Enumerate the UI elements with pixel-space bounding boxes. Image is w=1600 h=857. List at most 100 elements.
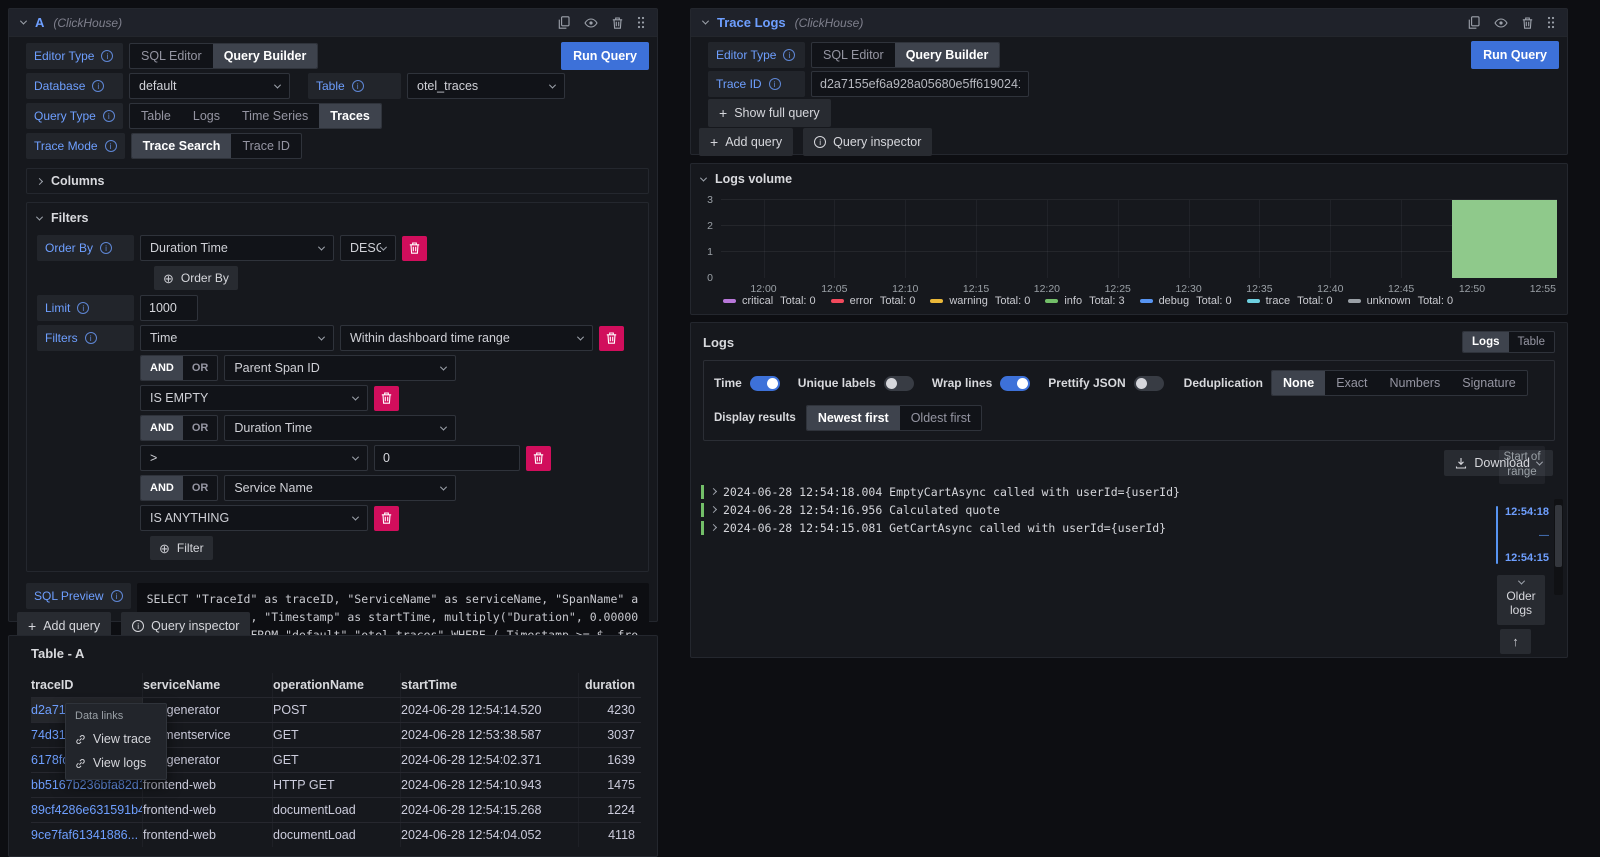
range-from-link[interactable]: 12:54:18 xyxy=(1505,506,1549,518)
delete-condition-button[interactable] xyxy=(526,446,551,471)
context-menu-item-view-trace[interactable]: View trace xyxy=(66,727,166,751)
delete-filter-button[interactable] xyxy=(599,326,624,351)
info-icon[interactable]: i xyxy=(111,590,123,602)
trace-mode-option-trace-search[interactable]: Trace Search xyxy=(132,134,232,158)
info-icon[interactable]: i xyxy=(103,110,115,122)
connector-0-option-and[interactable]: AND xyxy=(141,356,183,380)
legend-item-unknown[interactable]: unknownTotal: 0 xyxy=(1348,295,1454,307)
volume-bar-info[interactable] xyxy=(1452,200,1557,278)
condition-operator-select[interactable]: IS EMPTY xyxy=(140,385,368,411)
legend-item-warning[interactable]: warningTotal: 0 xyxy=(930,295,1030,307)
drag-handle-icon[interactable] xyxy=(637,16,645,29)
legend-item-info[interactable]: infoTotal: 3 xyxy=(1045,295,1124,307)
connector-2-option-and[interactable]: AND xyxy=(141,476,183,500)
condition-operator-select[interactable]: > xyxy=(140,445,368,471)
legend-item-error[interactable]: errorTotal: 0 xyxy=(831,295,916,307)
log-line[interactable]: 2024-06-28 12:54:18.004 EmptyCartAsync c… xyxy=(701,484,1401,499)
logs-view-option-logs[interactable]: Logs xyxy=(1463,332,1508,352)
toggle-switch-unique-labels[interactable] xyxy=(884,376,914,391)
filter-field-select[interactable]: Time xyxy=(140,325,334,351)
range-to-link[interactable]: 12:54:15 xyxy=(1505,552,1549,564)
expand-log-chevron-icon[interactable] xyxy=(710,488,717,495)
info-icon[interactable]: i xyxy=(105,140,117,152)
condition-field-select[interactable]: Service Name xyxy=(224,475,456,501)
trace-id-link[interactable]: 9ce7faf61341886... xyxy=(31,823,143,847)
delete-query-icon[interactable] xyxy=(1522,17,1533,29)
filters-section-header[interactable]: Filters xyxy=(37,211,638,225)
duplicate-query-icon[interactable] xyxy=(558,16,570,29)
scroll-to-top-button[interactable]: ↑ xyxy=(1500,629,1531,654)
order-by-direction-select[interactable]: DESC xyxy=(340,235,396,261)
query-title[interactable]: A xyxy=(35,15,44,30)
editor-type-a-option-sql-editor[interactable]: SQL Editor xyxy=(130,44,213,68)
connector-1-option-or[interactable]: OR xyxy=(183,416,218,440)
delete-condition-button[interactable] xyxy=(374,386,399,411)
info-icon[interactable]: i xyxy=(92,80,104,92)
log-line[interactable]: 2024-06-28 12:54:15.081 GetCartAsync cal… xyxy=(701,520,1401,535)
info-icon[interactable]: i xyxy=(101,50,113,62)
info-icon[interactable]: i xyxy=(352,80,364,92)
delete-query-icon[interactable] xyxy=(612,17,623,29)
condition-operator-select[interactable]: IS ANYTHING xyxy=(140,505,368,531)
deduplication-option-numbers[interactable]: Numbers xyxy=(1379,371,1452,395)
columns-section[interactable]: Columns xyxy=(26,168,649,194)
connector-1-option-and[interactable]: AND xyxy=(141,416,183,440)
logs-view-option-table[interactable]: Table xyxy=(1509,332,1555,352)
info-icon[interactable]: i xyxy=(100,242,112,254)
trace-mode-option-trace-id[interactable]: Trace ID xyxy=(231,134,300,158)
collapse-chevron-icon[interactable] xyxy=(20,18,27,25)
deduplication-option-none[interactable]: None xyxy=(1272,371,1325,395)
column-header-servicename[interactable]: serviceName xyxy=(143,673,273,697)
drag-handle-icon[interactable] xyxy=(1547,16,1555,29)
limit-input[interactable] xyxy=(140,295,198,321)
collapse-chevron-icon[interactable] xyxy=(702,18,709,25)
display-results-option-newest-first[interactable]: Newest first xyxy=(807,406,900,430)
legend-item-debug[interactable]: debugTotal: 0 xyxy=(1140,295,1232,307)
toggle-query-visibility-icon[interactable] xyxy=(584,18,598,28)
filter-operator-select[interactable]: Within dashboard time range xyxy=(340,325,593,351)
query-title[interactable]: Trace Logs xyxy=(717,15,786,30)
duplicate-query-icon[interactable] xyxy=(1468,16,1480,29)
query-type-option-time-series[interactable]: Time Series xyxy=(231,104,319,128)
add-query-button[interactable]: +Add query xyxy=(699,128,793,156)
query-inspector-button[interactable]: iQuery inspector xyxy=(803,128,932,156)
info-icon[interactable]: i xyxy=(783,49,795,61)
query-type-option-table[interactable]: Table xyxy=(130,104,182,128)
toggle-switch-prettify-json[interactable] xyxy=(1134,376,1164,391)
connector-2-option-or[interactable]: OR xyxy=(183,476,218,500)
info-icon[interactable]: i xyxy=(77,302,89,314)
logs-volume-header[interactable]: Logs volume xyxy=(701,172,792,186)
condition-field-select[interactable]: Parent Span ID xyxy=(224,355,456,381)
condition-value-input[interactable] xyxy=(374,445,520,471)
log-line[interactable]: 2024-06-28 12:54:16.956 Calculated quote xyxy=(701,502,1401,517)
panel-title[interactable]: Logs xyxy=(703,335,734,350)
delete-condition-button[interactable] xyxy=(374,506,399,531)
older-logs-button[interactable]: Older logs xyxy=(1497,575,1545,625)
add-order-by-button[interactable]: ⊕Order By xyxy=(154,266,238,290)
logs-volume-chart[interactable]: 012312:0012:0512:1012:1512:2012:2512:301… xyxy=(721,200,1557,278)
run-query-button[interactable]: Run Query xyxy=(561,42,649,70)
expand-log-chevron-icon[interactable] xyxy=(710,524,717,531)
table-select[interactable]: otel_traces xyxy=(407,73,565,99)
column-header-operationname[interactable]: operationName xyxy=(273,673,401,697)
editor-type-a-option-query-builder[interactable]: Query Builder xyxy=(213,44,318,68)
expand-log-chevron-icon[interactable] xyxy=(710,506,717,513)
column-header-duration[interactable]: duration xyxy=(579,673,641,697)
database-select[interactable]: default xyxy=(129,73,290,99)
info-icon[interactable]: i xyxy=(85,332,97,344)
column-header-starttime[interactable]: startTime xyxy=(401,673,579,697)
run-query-button[interactable]: Run Query xyxy=(1471,41,1559,69)
panel-title[interactable]: Table - A xyxy=(31,646,641,661)
trace-id-input[interactable] xyxy=(811,71,1029,97)
deduplication-option-exact[interactable]: Exact xyxy=(1325,371,1378,395)
display-results-option-oldest-first[interactable]: Oldest first xyxy=(900,406,982,430)
query-type-option-traces[interactable]: Traces xyxy=(319,104,381,128)
query-type-option-logs[interactable]: Logs xyxy=(182,104,231,128)
connector-0-option-or[interactable]: OR xyxy=(183,356,218,380)
logs-scrollbar[interactable] xyxy=(1554,499,1563,595)
editor-type-b-option-sql-editor[interactable]: SQL Editor xyxy=(812,43,895,67)
delete-order-by-button[interactable] xyxy=(402,236,427,261)
toggle-switch-time[interactable] xyxy=(750,376,780,391)
legend-item-critical[interactable]: criticalTotal: 0 xyxy=(723,295,816,307)
trace-id-link[interactable]: 89cf4286e631591b4... xyxy=(31,798,143,822)
